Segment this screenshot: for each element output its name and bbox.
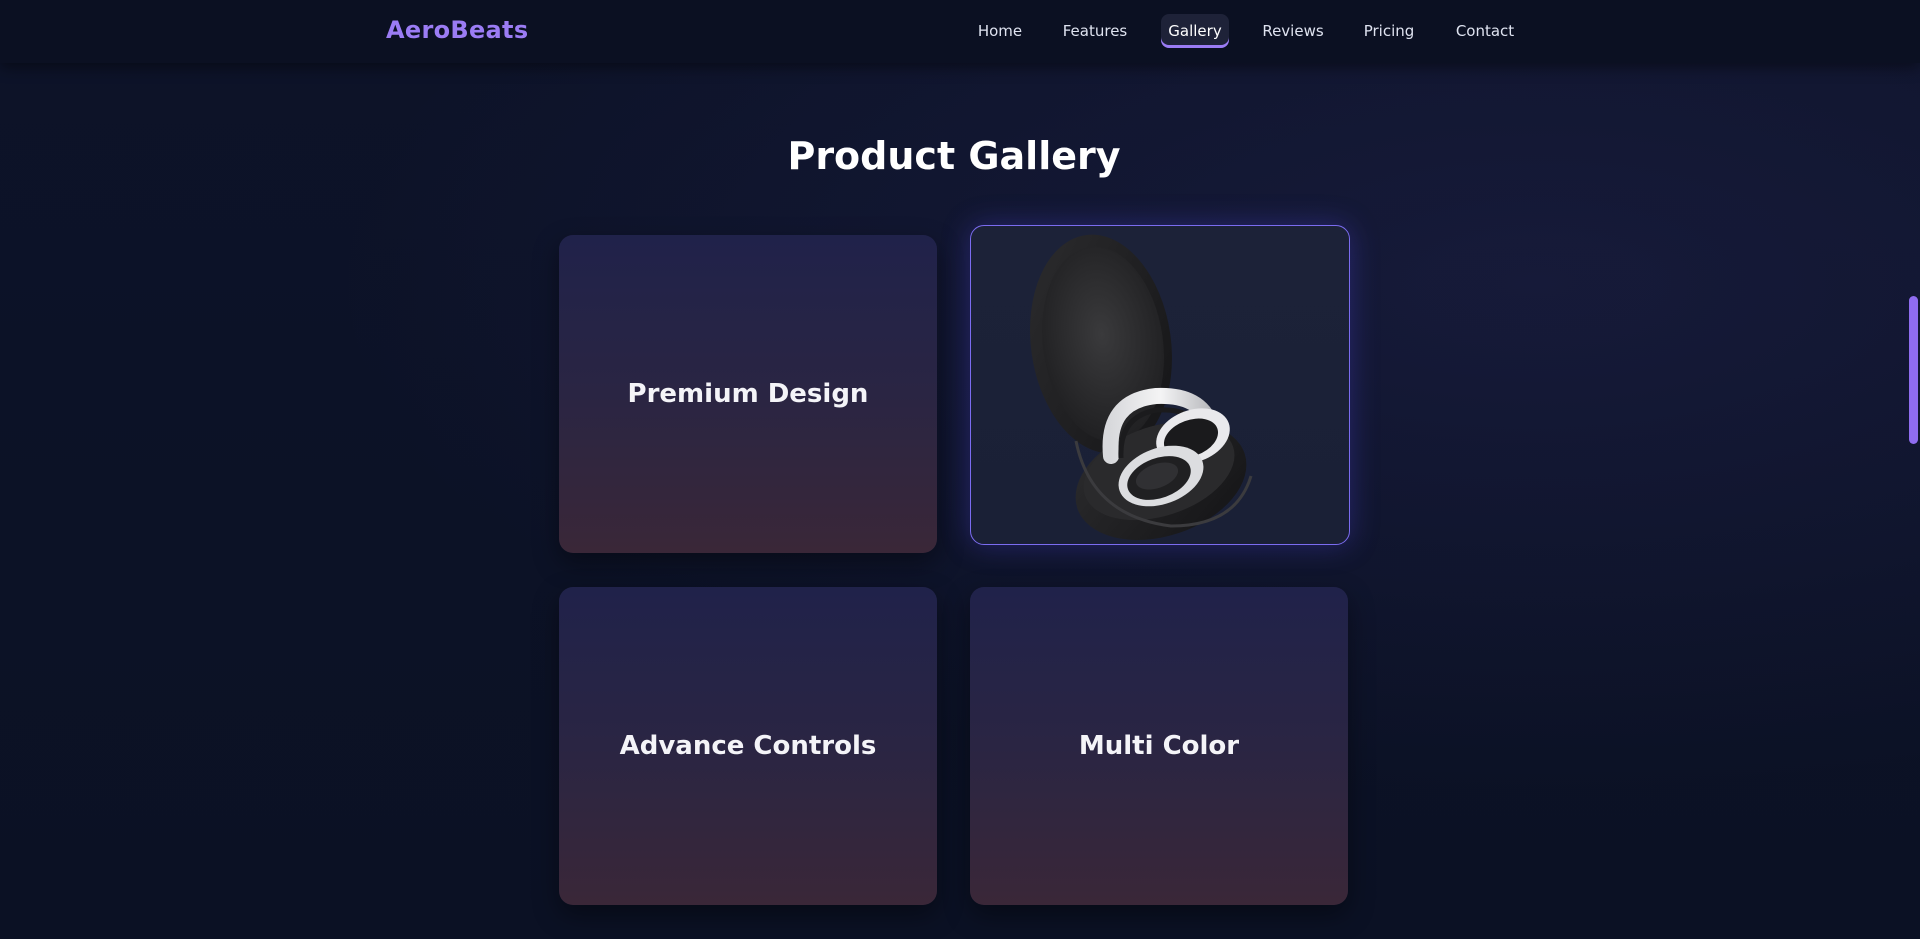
- scrollbar-thumb[interactable]: [1909, 296, 1918, 444]
- gallery-card-multi-color[interactable]: Multi Color: [970, 587, 1348, 905]
- card-label: Premium Design: [627, 379, 869, 409]
- page: AeroBeats Home Features Gallery Reviews …: [0, 0, 1920, 939]
- nav-contact[interactable]: Contact: [1450, 14, 1520, 48]
- headphones-in-case-image: [1030, 234, 1253, 540]
- card-label: Advance Controls: [619, 731, 877, 761]
- nav-features[interactable]: Features: [1058, 14, 1132, 48]
- nav-reviews[interactable]: Reviews: [1258, 14, 1328, 48]
- navbar: AeroBeats Home Features Gallery Reviews …: [0, 0, 1920, 63]
- brand-logo[interactable]: AeroBeats: [386, 16, 528, 44]
- gallery-card-advance-controls[interactable]: Advance Controls: [559, 587, 937, 905]
- nav-pricing[interactable]: Pricing: [1358, 14, 1420, 48]
- nav-home[interactable]: Home: [970, 14, 1030, 48]
- gallery-card-product-image[interactable]: [970, 225, 1350, 545]
- nav-gallery[interactable]: Gallery: [1161, 14, 1229, 48]
- gallery-card-premium-design[interactable]: Premium Design: [559, 235, 937, 553]
- gallery-title: Product Gallery: [787, 134, 1121, 178]
- card-label: Multi Color: [1078, 731, 1240, 761]
